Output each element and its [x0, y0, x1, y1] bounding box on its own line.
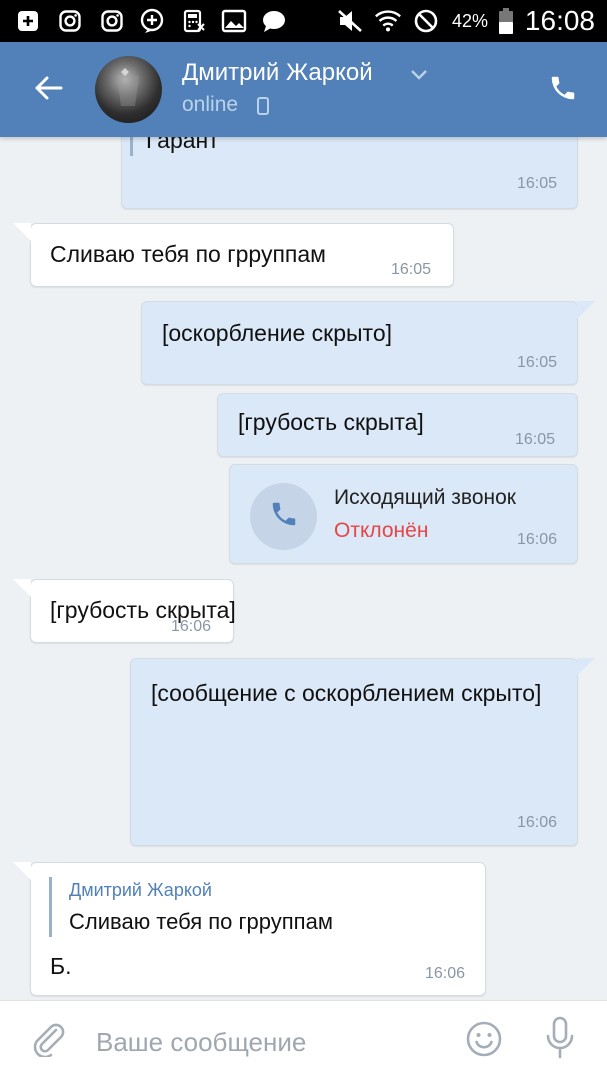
message-bubble-incoming[interactable]: [грубость скрыта] 16:06: [30, 579, 236, 643]
chat-header: Дмитрий Жаркой online: [0, 42, 607, 137]
message-list[interactable]: Гарант 16:05 Сливаю тебя по грруппам 16:…: [0, 137, 607, 1000]
emoji-icon: [465, 1020, 503, 1063]
bubble-tail-incoming: [13, 223, 31, 241]
microphone-icon: [545, 1016, 575, 1065]
quote-bar: [130, 137, 133, 156]
bubble-tail-incoming: [13, 862, 31, 880]
message-time: 16:06: [424, 965, 465, 982]
chat-bubble-icon: [260, 7, 288, 35]
message-time: 16:06: [516, 814, 557, 831]
contact-name[interactable]: Дмитрий Жаркой: [182, 58, 373, 88]
message-text: [оскорбление скрыто]: [162, 320, 393, 346]
mobile-phone-icon: [257, 97, 269, 115]
contact-status: online: [182, 93, 239, 116]
composer: [0, 1000, 607, 1080]
message-bubble-outgoing[interactable]: [оскорбление скрыто] 16:05: [141, 301, 578, 385]
voice-record-button[interactable]: [538, 1015, 582, 1065]
message-bubble-outgoing[interactable]: [грубость скрыта] 16:05: [217, 393, 578, 457]
chevron-down-icon[interactable]: [410, 68, 428, 80]
message-time: 16:05: [391, 261, 432, 278]
message-bubble-outgoing[interactable]: Гарант 16:05: [121, 137, 578, 209]
message-text-line: [сообщение с оскорблением скрыто]: [151, 680, 542, 706]
emoji-button[interactable]: [462, 1019, 506, 1063]
call-circle: [250, 483, 317, 550]
message-text: Сливаю тебя по грруппам: [50, 241, 326, 267]
calculator-icon: [180, 7, 208, 35]
call-status: Отклонён: [334, 519, 429, 542]
message-bubble-incoming[interactable]: Дмитрий Жаркой Сливаю тебя по грруппам Б…: [30, 862, 486, 996]
attach-button[interactable]: [26, 1019, 70, 1063]
add-circle-icon: [138, 7, 166, 35]
call-button[interactable]: [541, 68, 585, 112]
status-bar: 42% 16:08: [0, 0, 607, 42]
message-text: Гарант: [146, 137, 219, 153]
message-bubble-incoming[interactable]: Сливаю тебя по грруппам 16:05: [30, 223, 454, 287]
phone-icon: [269, 499, 299, 534]
quote-bar: [49, 877, 52, 937]
message-text: [грубость скрыта]: [238, 409, 424, 435]
phone-icon: [548, 73, 578, 108]
message-time: 16:05: [516, 175, 557, 192]
wifi-icon: [374, 7, 402, 35]
bubble-tail-outgoing: [577, 301, 595, 319]
back-arrow-icon: [33, 75, 63, 106]
message-time: 16:06: [171, 618, 212, 635]
message-bubble-outgoing[interactable]: [сообщение с оскорблением скрыто] 16:06: [130, 658, 578, 846]
message-time: 16:05: [515, 431, 556, 448]
mute-icon: [336, 7, 364, 35]
image-icon: [220, 7, 248, 35]
add-box-icon: [14, 7, 42, 35]
message-time: 16:06: [516, 531, 557, 548]
battery-icon: [492, 7, 520, 35]
bubble-tail-outgoing: [577, 658, 595, 676]
instagram-icon: [98, 7, 126, 35]
blocked-icon: [412, 7, 440, 35]
paperclip-icon: [30, 1021, 66, 1062]
battery-percent: 42%: [452, 11, 489, 31]
message-time: 16:05: [516, 354, 557, 371]
quote-text: Сливаю тебя по грруппам: [69, 909, 333, 934]
back-button[interactable]: [28, 70, 68, 110]
call-title: Исходящий звонок: [334, 486, 516, 509]
quote-author[interactable]: Дмитрий Жаркой: [69, 879, 212, 901]
instagram-icon: [56, 7, 84, 35]
message-input[interactable]: [96, 1021, 436, 1063]
bubble-tail-incoming: [13, 579, 31, 597]
call-message-card[interactable]: Исходящий звонок Отклонён 16:06: [229, 464, 578, 564]
avatar[interactable]: [95, 56, 162, 123]
clock: 16:08: [524, 5, 595, 36]
message-text: Б.: [50, 953, 72, 979]
